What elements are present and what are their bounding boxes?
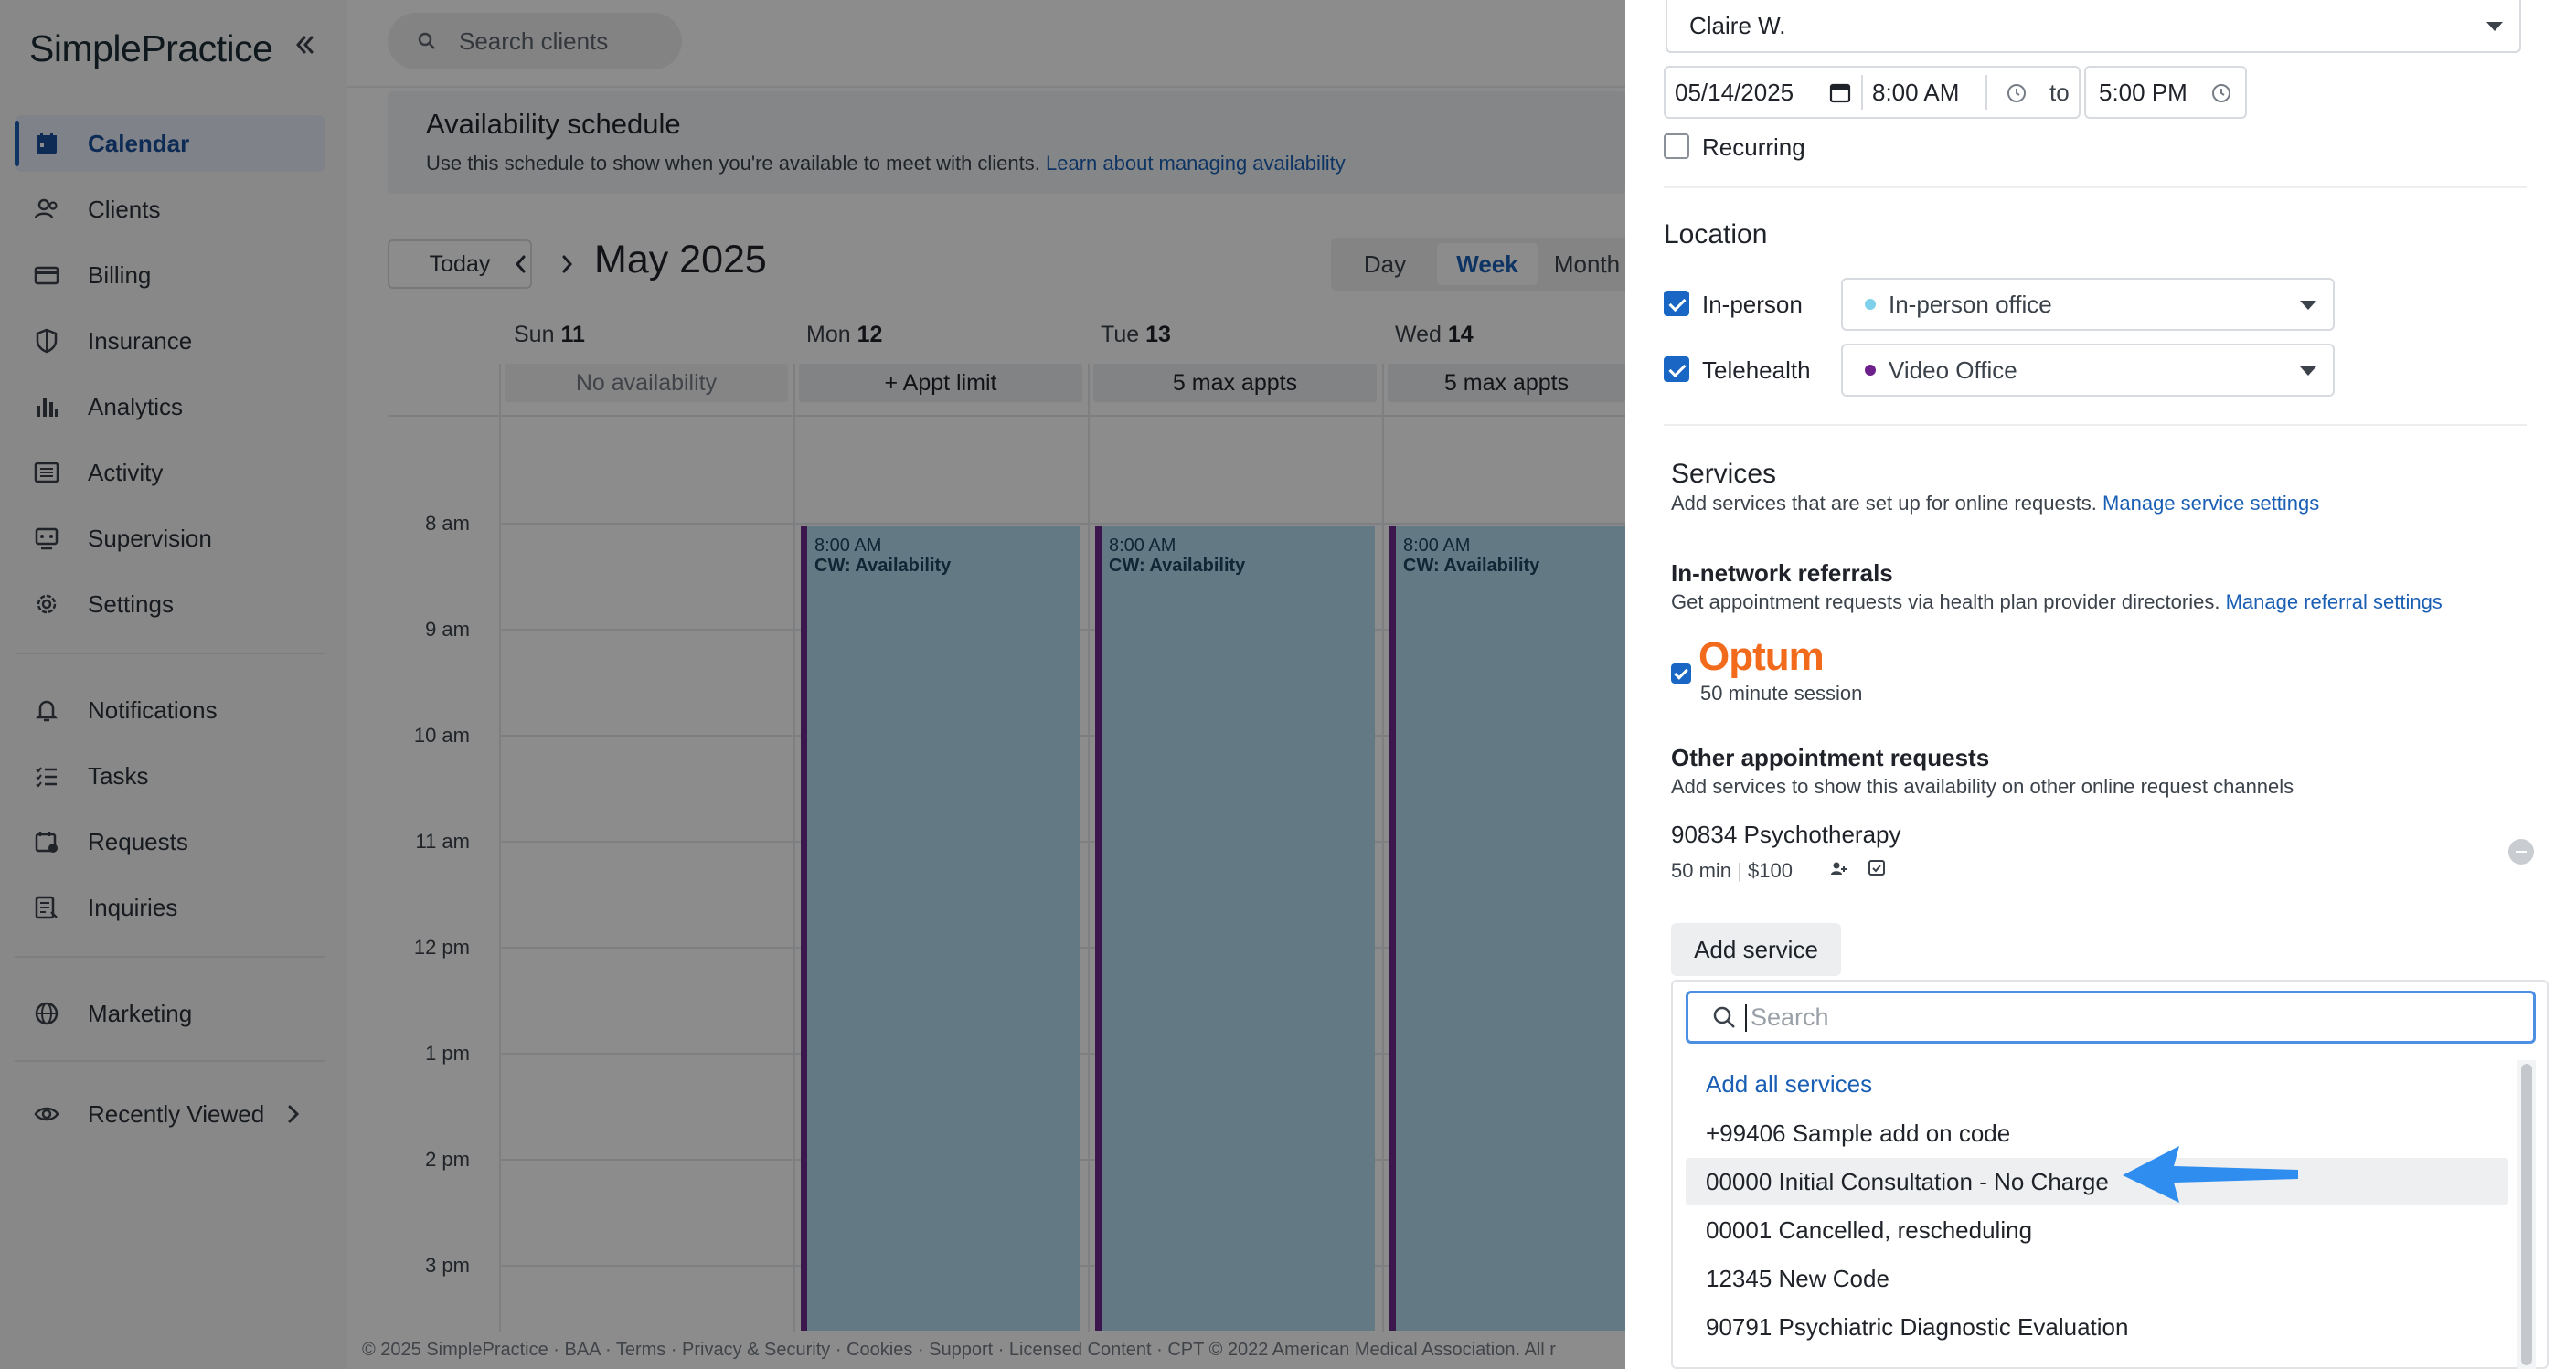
in-person-office-value: In-person office: [1889, 290, 2052, 318]
in-person-checkbox[interactable]: [1664, 291, 1689, 316]
manage-service-settings-link[interactable]: Manage service settings: [2102, 492, 2319, 515]
start-time-input[interactable]: 8:00 AM: [1872, 79, 1959, 107]
clinician-value: Claire W.: [1689, 11, 1786, 39]
caret-down-icon: [2300, 301, 2316, 310]
service-details: 50 min | $100: [1671, 859, 1793, 882]
service-option[interactable]: 00001 Cancelled, rescheduling: [1686, 1206, 2508, 1254]
service-option-highlighted[interactable]: 00000 Initial Consultation - No Charge: [1686, 1158, 2508, 1205]
to-label: to: [2049, 79, 2070, 106]
optum-checkbox[interactable]: [1671, 663, 1691, 684]
clock-icon[interactable]: [2210, 82, 2232, 111]
service-option[interactable]: 12345 New Code: [1686, 1255, 2508, 1302]
modal-backdrop[interactable]: [0, 0, 1625, 1369]
telehealth-checkbox[interactable]: [1664, 356, 1689, 382]
calendar-check-icon: [1867, 857, 1887, 877]
end-time-field[interactable]: 5:00 PM: [2084, 66, 2247, 119]
search-icon: [1710, 1003, 1738, 1031]
other-requests-description: Add services to show this availability o…: [1671, 775, 2294, 798]
location-dot: [1865, 299, 1876, 310]
location-title: Location: [1664, 219, 1768, 249]
caret-down-icon: [2300, 366, 2316, 376]
recurring-checkbox[interactable]: [1664, 133, 1689, 159]
service-search-input[interactable]: Search: [1686, 991, 2536, 1044]
optum-session-label: 50 minute session: [1700, 682, 1863, 705]
in-person-label: In-person: [1702, 291, 1803, 318]
service-dropdown: Search Add all services +99406 Sample ad…: [1671, 980, 2549, 1369]
service-search-placeholder: Search: [1751, 1003, 1829, 1031]
client-icon: [1828, 859, 1848, 879]
other-requests-title: Other appointment requests: [1671, 744, 1990, 771]
service-option[interactable]: +99406 Sample add on code: [1686, 1109, 2508, 1157]
calendar-picker-icon[interactable]: [1828, 80, 1852, 111]
remove-service-button[interactable]: [2508, 839, 2534, 865]
manage-referral-settings-link[interactable]: Manage referral settings: [2226, 590, 2443, 613]
in-person-office-select[interactable]: In-person office: [1841, 278, 2335, 331]
optum-logo: Optum: [1698, 634, 1825, 679]
referrals-title: In-network referrals: [1671, 559, 1893, 587]
recurring-label: Recurring: [1702, 133, 1805, 161]
add-all-services-option[interactable]: Add all services: [1686, 1060, 2508, 1108]
field-separator: [1861, 75, 1863, 110]
section-divider: [1664, 186, 2527, 188]
dropdown-scrollbar-thumb[interactable]: [2521, 1064, 2532, 1365]
date-time-field: 05/14/2025 8:00 AM: [1664, 66, 2081, 119]
service-option[interactable]: 90791 Psychiatric Diagnostic Evaluation: [1686, 1303, 2508, 1351]
field-separator: [1985, 75, 1987, 110]
end-time-input[interactable]: 5:00 PM: [2099, 79, 2187, 107]
date-input[interactable]: 05/14/2025: [1675, 79, 1794, 107]
add-service-button[interactable]: Add service: [1671, 923, 1841, 976]
clock-icon[interactable]: [2006, 82, 2028, 111]
annotation-arrow-icon: [2123, 1146, 2298, 1203]
services-title: Services: [1671, 459, 1777, 489]
caret-down-icon: [2486, 22, 2503, 31]
text-cursor: [1745, 1004, 1747, 1032]
telehealth-label: Telehealth: [1702, 356, 1811, 384]
video-office-select[interactable]: Video Office: [1841, 344, 2335, 397]
location-dot: [1865, 365, 1876, 376]
service-name: 90834 Psychotherapy: [1671, 821, 1901, 848]
section-divider: [1664, 424, 2527, 426]
services-description: Add services that are set up for online …: [1671, 492, 2320, 515]
availability-panel: Claire W. 05/14/2025 8:00 AM to 5:00 PM …: [1625, 0, 2576, 1369]
clinician-select[interactable]: Claire W.: [1666, 0, 2521, 53]
video-office-value: Video Office: [1889, 356, 2017, 384]
referrals-description: Get appointment requests via health plan…: [1671, 590, 2443, 613]
